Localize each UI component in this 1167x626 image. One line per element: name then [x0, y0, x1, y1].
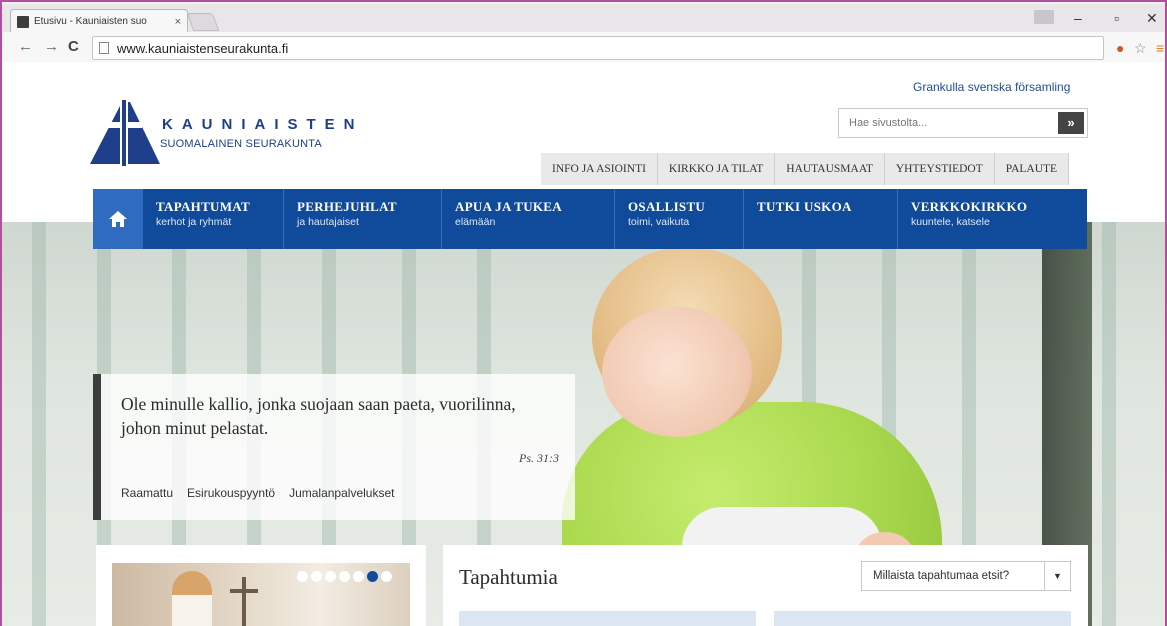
events-title: Tapahtumia [459, 565, 558, 589]
home-icon [109, 211, 127, 227]
window-border-left [0, 0, 2, 626]
util-nav-churches[interactable]: KIRKKO JA TILAT [657, 153, 776, 185]
browser-tab[interactable]: Etusivu - Kauniaisten suo × [10, 9, 188, 33]
scripture-quote: Ole minulle kallio, jonka suojaan saan p… [121, 394, 516, 438]
nav-item-title: APUA JA TUKEA [455, 199, 562, 214]
scripture-quote-box: Ole minulle kallio, jonka suojaan saan p… [93, 374, 575, 520]
tab-title: Etusivu - Kauniaisten suo [34, 16, 147, 27]
reload-icon[interactable]: C [68, 38, 79, 55]
tab-close-icon[interactable]: × [175, 16, 181, 28]
news-carousel [96, 545, 426, 626]
site-logo[interactable]: KAUNIAISTEN SUOMALAINEN SEURAKUNTA [90, 100, 355, 166]
church-logo-icon [90, 100, 160, 166]
minimize-button[interactable]: – [1074, 10, 1082, 26]
carousel-dot[interactable] [381, 571, 392, 582]
logo-title: KAUNIAISTEN [162, 116, 364, 133]
quote-links: Raamattu Esirukouspyyntö Jumalanpalveluk… [121, 486, 394, 500]
swedish-parish-link[interactable]: Grankulla svenska församling [913, 80, 1070, 94]
prayer-request-link[interactable]: Esirukouspyyntö [187, 486, 275, 500]
tab-strip: Etusivu - Kauniaisten suo × – ▫ ✕ [0, 4, 1167, 33]
nav-item-subtitle: toimi, vaikuta [628, 216, 690, 228]
forward-arrow-icon[interactable]: → [44, 38, 59, 55]
nav-item-subtitle: elämään [455, 216, 496, 228]
window-close-button[interactable]: ✕ [1146, 10, 1158, 27]
nav-item-online-church[interactable]: VERKKOKIRKKO kuuntele, katsele [898, 189, 1087, 249]
nav-item-family-events[interactable]: PERHEJUHLAT ja hautajaiset [284, 189, 442, 249]
home-button[interactable] [93, 189, 143, 249]
events-panel: Tapahtumia Millaista tapahtumaa etsit? ▼ [443, 545, 1088, 626]
hero-child-face [602, 307, 752, 437]
address-bar[interactable]: www.kauniaistenseurakunta.fi [92, 36, 1104, 60]
bible-link[interactable]: Raamattu [121, 486, 173, 500]
nav-item-title: PERHEJUHLAT [297, 199, 397, 214]
carousel-dot[interactable] [353, 571, 364, 582]
nav-item-events[interactable]: TAPAHTUMAT kerhot ja ryhmät [143, 189, 284, 249]
carousel-dot[interactable] [339, 571, 350, 582]
back-arrow-icon[interactable]: ← [18, 38, 33, 55]
altar-cross [242, 577, 246, 626]
carousel-person [172, 571, 212, 626]
event-type-select[interactable]: Millaista tapahtumaa etsit? ▼ [861, 561, 1071, 591]
carousel-dot-active[interactable] [367, 571, 378, 582]
carousel-dot[interactable] [325, 571, 336, 582]
util-nav-contacts[interactable]: YHTEYSTIEDOT [884, 153, 995, 185]
util-nav-info[interactable]: INFO JA ASIOINTI [541, 153, 658, 185]
event-type-select-label: Millaista tapahtumaa etsit? [873, 570, 1010, 582]
extension-icon[interactable]: ● [1116, 40, 1124, 56]
nav-item-title: TAPAHTUMAT [156, 199, 250, 214]
site-search: » [838, 108, 1088, 138]
event-tile[interactable] [459, 611, 756, 626]
user-profile-icon[interactable] [1034, 10, 1054, 24]
nav-item-subtitle: ja hautajaiset [297, 216, 359, 228]
nav-item-title: VERKKOKIRKKO [911, 199, 1028, 214]
event-tile[interactable] [774, 611, 1071, 626]
new-tab-button[interactable] [186, 13, 220, 31]
utility-nav: INFO JA ASIOINTI KIRKKO JA TILAT HAUTAUS… [541, 153, 1070, 185]
nav-item-participate[interactable]: OSALLISTU toimi, vaikuta [615, 189, 744, 249]
search-submit-button[interactable]: » [1058, 112, 1084, 134]
util-nav-cemeteries[interactable]: HAUTAUSMAAT [775, 153, 885, 185]
nav-item-explore-faith[interactable]: TUTKI USKOA [744, 189, 898, 249]
hero-stripe [32, 222, 46, 626]
browser-chrome: Etusivu - Kauniaisten suo × – ▫ ✕ ← → C … [0, 0, 1167, 64]
search-input[interactable] [839, 109, 1054, 137]
carousel-dot[interactable] [297, 571, 308, 582]
util-nav-feedback[interactable]: PALAUTE [994, 153, 1070, 185]
nav-item-subtitle: kuuntele, katsele [911, 216, 990, 228]
carousel-dots [297, 571, 392, 582]
page-icon [99, 42, 109, 54]
restore-button[interactable]: ▫ [1114, 10, 1119, 26]
carousel-dot[interactable] [311, 571, 322, 582]
altar-cross-bar [230, 589, 258, 593]
nav-item-title: TUTKI USKOA [757, 199, 852, 214]
carousel-photo[interactable] [112, 563, 410, 626]
nav-item-subtitle: kerhot ja ryhmät [156, 216, 232, 228]
scripture-reference: Ps. 31:3 [519, 451, 559, 465]
url-text: www.kauniaistenseurakunta.fi [117, 40, 289, 56]
main-nav: TAPAHTUMAT kerhot ja ryhmät PERHEJUHLAT … [93, 189, 1087, 249]
browser-toolbar: ← → C www.kauniaistenseurakunta.fi ● ☆ ≡ [0, 32, 1167, 64]
services-link[interactable]: Jumalanpalvelukset [289, 486, 394, 500]
nav-item-help[interactable]: APUA JA TUKEA elämään [442, 189, 615, 249]
favicon-icon [17, 15, 29, 28]
nav-item-title: OSALLISTU [628, 199, 706, 214]
logo-subtitle: SUOMALAINEN SEURAKUNTA [160, 138, 322, 150]
menu-icon[interactable]: ≡ [1156, 40, 1164, 56]
website: Grankulla svenska församling » KAUNIAIST… [2, 62, 1165, 626]
bookmark-star-icon[interactable]: ☆ [1134, 40, 1147, 57]
hero-stripe [1102, 222, 1116, 626]
caret-down-icon: ▼ [1044, 562, 1070, 590]
